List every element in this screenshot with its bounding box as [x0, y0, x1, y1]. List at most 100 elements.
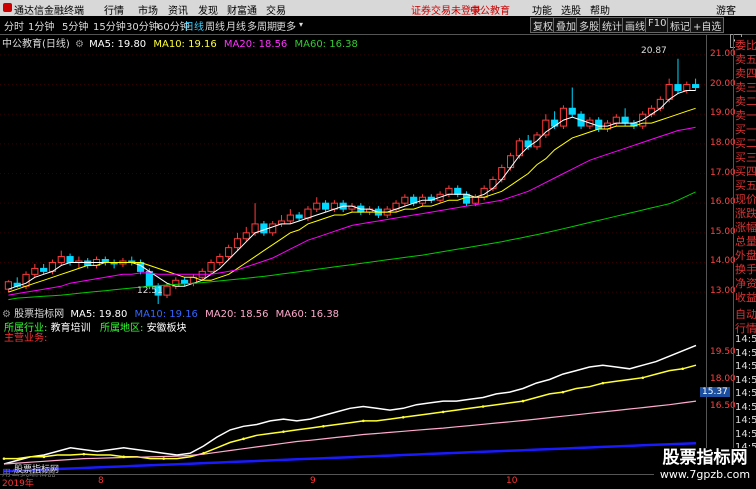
- indicator-dot: [441, 410, 445, 414]
- indicator-dot: [202, 451, 205, 455]
- tab-period-15min[interactable]: 15分钟: [93, 18, 126, 33]
- side-time-mark: 14:50: [735, 334, 756, 345]
- candle-body: [683, 84, 691, 91]
- candlestick-chart[interactable]: [0, 46, 706, 304]
- indicator-dot: [322, 424, 325, 428]
- menu-help[interactable]: 帮助: [590, 2, 610, 17]
- tab-period-weekly[interactable]: 周线: [205, 18, 225, 33]
- indicator-dot: [2, 457, 6, 460]
- menu-quotes[interactable]: 行情: [104, 2, 124, 17]
- watermark-url: www.7gpzb.com: [659, 468, 751, 481]
- menu-discover[interactable]: 发现: [198, 2, 218, 17]
- indicator-dot: [362, 419, 365, 423]
- x-label-year: 2019年: [2, 479, 34, 489]
- tab-period-timeshare[interactable]: 分时: [4, 18, 24, 33]
- tab-period-1min[interactable]: 1分钟: [28, 18, 54, 33]
- indicator-dot: [82, 452, 86, 456]
- y-tick-label: 21.00: [710, 48, 736, 59]
- app-title: 通达信金融终端: [14, 6, 84, 17]
- candle-body: [163, 285, 171, 296]
- candle-body: [286, 214, 294, 222]
- tab-period-more[interactable]: 更多: [276, 18, 296, 33]
- site-watermark: 股票指标网 www.7gpzb.com: [654, 448, 756, 487]
- chevron-down-icon[interactable]: ▾: [299, 20, 303, 29]
- candle-body: [674, 84, 682, 91]
- period-toolbar: 分时 1分钟 5分钟 15分钟 30分钟 60分钟 日线 周线 月线 多周期 更…: [0, 16, 756, 48]
- current-value-badge: 15.37: [700, 387, 730, 397]
- candle-body: [321, 202, 330, 210]
- y-tick-label: 18.00: [710, 137, 736, 148]
- indicator-dot: [521, 399, 525, 403]
- indicator-dot: [162, 457, 165, 460]
- candle-body: [313, 202, 321, 210]
- indicator-line-ma10: [4, 364, 697, 460]
- candle-body: [454, 187, 462, 195]
- add-watchlist-button[interactable]: +自选: [690, 17, 725, 33]
- menu-stock-picker[interactable]: 选股: [561, 2, 581, 17]
- menu-news[interactable]: 资讯: [168, 2, 188, 17]
- y-tick-label: 14.00: [710, 256, 736, 267]
- menu-bar: 通达信金融终端 行情 市场 资讯 发现 财富通 交易 证券交易未登录 中公教育 …: [0, 0, 756, 17]
- candle-body: [207, 261, 215, 272]
- x-label-oct: 10: [506, 476, 518, 486]
- broker-name: 中公教育: [470, 6, 510, 17]
- tab-period-5min[interactable]: 5分钟: [62, 18, 88, 33]
- candle-body: [471, 196, 479, 204]
- y-tick-label: 20.00: [710, 78, 736, 89]
- indicator-dot: [561, 390, 565, 394]
- menu-trade[interactable]: 交易: [266, 2, 286, 17]
- indicator-ma60: MA60: 16.38: [275, 309, 340, 320]
- f10-button[interactable]: F10: [645, 17, 670, 33]
- indicator-dot: [481, 405, 485, 408]
- indicator-chart[interactable]: [0, 340, 706, 473]
- x-axis: 2019年 8 9 10: [0, 474, 706, 489]
- candle-body: [251, 223, 259, 234]
- tab-period-multi[interactable]: 多周期: [247, 18, 277, 33]
- x-label-aug: 8: [98, 476, 104, 486]
- tab-period-monthly[interactable]: 月线: [226, 18, 246, 33]
- candle-body: [462, 193, 471, 204]
- indicator-dot: [401, 415, 405, 419]
- candle-body: [489, 178, 497, 189]
- candle-body: [31, 267, 39, 275]
- menu-market[interactable]: 市场: [138, 2, 158, 17]
- candle-body: [665, 84, 673, 100]
- candle-body: [445, 187, 453, 195]
- annotation-low: 12.51: [137, 286, 163, 296]
- candle-body: [304, 208, 312, 219]
- candle-body: [225, 247, 233, 258]
- candle-body: [542, 119, 550, 136]
- candle-body: [242, 232, 250, 240]
- y-tick-label: 19.00: [710, 108, 736, 119]
- candle-body: [692, 84, 700, 89]
- candle-body: [233, 238, 242, 249]
- candle-body: [506, 155, 515, 169]
- tab-period-daily[interactable]: 日线: [184, 18, 204, 33]
- indicator-ma20: MA20: 18.56: [205, 309, 269, 320]
- candle-body: [595, 119, 603, 130]
- indicator-y-tick-label: 16.50: [710, 400, 736, 411]
- candle-body: [656, 98, 664, 109]
- indicator-dot: [641, 376, 645, 380]
- region-value: 安徽板块: [146, 323, 187, 334]
- menu-wealth[interactable]: 财富通: [227, 2, 257, 17]
- annotation-high: 20.87: [641, 46, 667, 56]
- region-label: 所属地区:: [100, 323, 144, 334]
- side-time-mark: 14:50: [735, 428, 756, 440]
- y-tick-label: 16.00: [710, 197, 736, 208]
- menu-function[interactable]: 功能: [532, 2, 552, 17]
- tab-period-30min[interactable]: 30分钟: [126, 18, 159, 33]
- side-quote-panel: 委比 卖五 卖四 卖三 卖二 卖一 买一 买二 买三 买四 买五 现价 涨跌 涨幅 总量 外盘 换手 净资 收益 自动…: [733, 34, 756, 480]
- side-item[interactable]: 收益: [735, 289, 756, 305]
- region-info: 所属地区: 安徽板块: [100, 319, 187, 334]
- candle-body: [260, 223, 268, 234]
- side-time-mark: 14:50: [735, 388, 756, 399]
- indicator-dot: [681, 367, 684, 371]
- menu-guest[interactable]: 游客: [716, 2, 736, 17]
- candle-body: [57, 256, 65, 263]
- candle-body: [295, 214, 303, 219]
- indicator-dot: [242, 437, 245, 441]
- indicator-line-ma60: [3, 441, 697, 473]
- indicator-legend: ⚙ 股票指标网 MA5: 19.80 MA10: 19.16 MA20: 18.…: [2, 305, 339, 320]
- candle-body: [181, 279, 189, 284]
